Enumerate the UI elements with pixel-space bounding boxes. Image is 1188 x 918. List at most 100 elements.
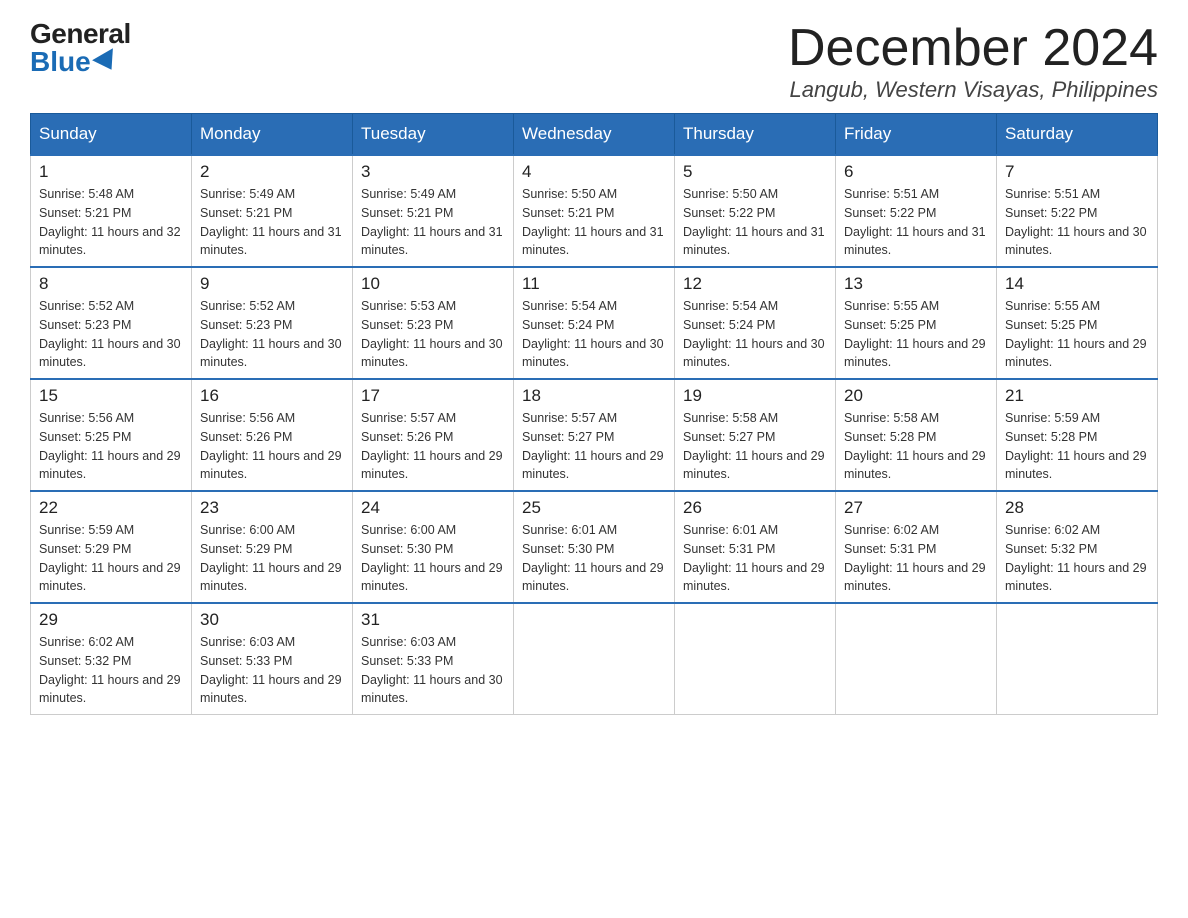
- day-number: 26: [683, 498, 827, 518]
- day-number: 1: [39, 162, 183, 182]
- calendar-cell: 18 Sunrise: 5:57 AMSunset: 5:27 PMDayligh…: [514, 379, 675, 491]
- day-info: Sunrise: 5:50 AMSunset: 5:22 PMDaylight:…: [683, 185, 827, 260]
- calendar-cell: 17 Sunrise: 5:57 AMSunset: 5:26 PMDayligh…: [353, 379, 514, 491]
- day-info: Sunrise: 5:57 AMSunset: 5:27 PMDaylight:…: [522, 409, 666, 484]
- day-info: Sunrise: 6:03 AMSunset: 5:33 PMDaylight:…: [200, 633, 344, 708]
- page-header: General Blue December 2024 Langub, Weste…: [30, 20, 1158, 103]
- day-number: 21: [1005, 386, 1149, 406]
- day-info: Sunrise: 6:00 AMSunset: 5:30 PMDaylight:…: [361, 521, 505, 596]
- day-number: 27: [844, 498, 988, 518]
- calendar-cell: 19Sunrise: 5:58 AMSunset: 5:27 PMDayligh…: [675, 379, 836, 491]
- day-number: 16: [200, 386, 344, 406]
- calendar-cell: [514, 603, 675, 715]
- calendar-cell: 3Sunrise: 5:49 AMSunset: 5:21 PMDaylight…: [353, 155, 514, 267]
- day-number: 13: [844, 274, 988, 294]
- day-number: 11: [522, 274, 666, 294]
- day-info: Sunrise: 6:00 AMSunset: 5:29 PMDaylight:…: [200, 521, 344, 596]
- calendar-cell: 9 Sunrise: 5:52 AMSunset: 5:23 PMDaylight…: [192, 267, 353, 379]
- day-info: Sunrise: 6:02 AMSunset: 5:32 PMDaylight:…: [1005, 521, 1149, 596]
- calendar-week-2: 8 Sunrise: 5:52 AMSunset: 5:23 PMDaylight…: [31, 267, 1158, 379]
- calendar-week-1: 1 Sunrise: 5:48 AMSunset: 5:21 PMDaylight…: [31, 155, 1158, 267]
- calendar-cell: 15Sunrise: 5:56 AMSunset: 5:25 PMDayligh…: [31, 379, 192, 491]
- day-number: 18: [522, 386, 666, 406]
- day-number: 20: [844, 386, 988, 406]
- day-number: 28: [1005, 498, 1149, 518]
- logo-blue-text: Blue: [30, 48, 119, 76]
- calendar-header: SundayMondayTuesdayWednesdayThursdayFrid…: [31, 114, 1158, 156]
- location: Langub, Western Visayas, Philippines: [788, 77, 1158, 103]
- calendar-cell: 11 Sunrise: 5:54 AMSunset: 5:24 PMDayligh…: [514, 267, 675, 379]
- calendar-cell: 23 Sunrise: 6:00 AMSunset: 5:29 PMDayligh…: [192, 491, 353, 603]
- weekday-header-friday: Friday: [836, 114, 997, 156]
- day-info: Sunrise: 5:58 AMSunset: 5:28 PMDaylight:…: [844, 409, 988, 484]
- day-info: Sunrise: 5:51 AMSunset: 5:22 PMDaylight:…: [1005, 185, 1149, 260]
- calendar-cell: 30Sunrise: 6:03 AMSunset: 5:33 PMDayligh…: [192, 603, 353, 715]
- day-number: 12: [683, 274, 827, 294]
- calendar-body: 1 Sunrise: 5:48 AMSunset: 5:21 PMDaylight…: [31, 155, 1158, 715]
- day-info: Sunrise: 5:48 AMSunset: 5:21 PMDaylight:…: [39, 185, 183, 260]
- weekday-header-saturday: Saturday: [997, 114, 1158, 156]
- calendar-cell: 29 Sunrise: 6:02 AMSunset: 5:32 PMDayligh…: [31, 603, 192, 715]
- day-info: Sunrise: 5:53 AMSunset: 5:23 PMDaylight:…: [361, 297, 505, 372]
- day-number: 6: [844, 162, 988, 182]
- calendar-cell: 21 Sunrise: 5:59 AMSunset: 5:28 PMDayligh…: [997, 379, 1158, 491]
- day-info: Sunrise: 5:56 AMSunset: 5:26 PMDaylight:…: [200, 409, 344, 484]
- title-section: December 2024 Langub, Western Visayas, P…: [788, 20, 1158, 103]
- day-number: 2: [200, 162, 344, 182]
- day-number: 31: [361, 610, 505, 630]
- day-info: Sunrise: 5:59 AMSunset: 5:29 PMDaylight:…: [39, 521, 183, 596]
- calendar-cell: 2Sunrise: 5:49 AMSunset: 5:21 PMDaylight…: [192, 155, 353, 267]
- weekday-header-tuesday: Tuesday: [353, 114, 514, 156]
- day-info: Sunrise: 5:50 AMSunset: 5:21 PMDaylight:…: [522, 185, 666, 260]
- day-number: 5: [683, 162, 827, 182]
- calendar-cell: 14 Sunrise: 5:55 AMSunset: 5:25 PMDayligh…: [997, 267, 1158, 379]
- calendar-cell: 27 Sunrise: 6:02 AMSunset: 5:31 PMDayligh…: [836, 491, 997, 603]
- calendar-cell: 8 Sunrise: 5:52 AMSunset: 5:23 PMDaylight…: [31, 267, 192, 379]
- day-number: 4: [522, 162, 666, 182]
- day-info: Sunrise: 5:58 AMSunset: 5:27 PMDaylight:…: [683, 409, 827, 484]
- day-number: 10: [361, 274, 505, 294]
- month-title: December 2024: [788, 20, 1158, 77]
- day-number: 9: [200, 274, 344, 294]
- weekday-header-thursday: Thursday: [675, 114, 836, 156]
- day-info: Sunrise: 6:02 AMSunset: 5:31 PMDaylight:…: [844, 521, 988, 596]
- day-number: 14: [1005, 274, 1149, 294]
- logo-general-text: General: [30, 20, 131, 48]
- calendar-cell: 10 Sunrise: 5:53 AMSunset: 5:23 PMDayligh…: [353, 267, 514, 379]
- day-number: 29: [39, 610, 183, 630]
- day-info: Sunrise: 5:59 AMSunset: 5:28 PMDaylight:…: [1005, 409, 1149, 484]
- logo: General Blue: [30, 20, 131, 76]
- day-info: Sunrise: 5:52 AMSunset: 5:23 PMDaylight:…: [39, 297, 183, 372]
- calendar-week-5: 29 Sunrise: 6:02 AMSunset: 5:32 PMDayligh…: [31, 603, 1158, 715]
- day-info: Sunrise: 5:55 AMSunset: 5:25 PMDaylight:…: [1005, 297, 1149, 372]
- day-info: Sunrise: 5:54 AMSunset: 5:24 PMDaylight:…: [683, 297, 827, 372]
- day-info: Sunrise: 6:02 AMSunset: 5:32 PMDaylight:…: [39, 633, 183, 708]
- calendar-cell: 7 Sunrise: 5:51 AMSunset: 5:22 PMDaylight…: [997, 155, 1158, 267]
- calendar-cell: 26Sunrise: 6:01 AMSunset: 5:31 PMDayligh…: [675, 491, 836, 603]
- calendar-table: SundayMondayTuesdayWednesdayThursdayFrid…: [30, 113, 1158, 715]
- calendar-cell: 4 Sunrise: 5:50 AMSunset: 5:21 PMDaylight…: [514, 155, 675, 267]
- day-info: Sunrise: 6:01 AMSunset: 5:30 PMDaylight:…: [522, 521, 666, 596]
- day-info: Sunrise: 5:54 AMSunset: 5:24 PMDaylight:…: [522, 297, 666, 372]
- weekday-header-wednesday: Wednesday: [514, 114, 675, 156]
- day-number: 15: [39, 386, 183, 406]
- day-number: 17: [361, 386, 505, 406]
- weekday-header-row: SundayMondayTuesdayWednesdayThursdayFrid…: [31, 114, 1158, 156]
- calendar-week-4: 22Sunrise: 5:59 AMSunset: 5:29 PMDayligh…: [31, 491, 1158, 603]
- day-number: 7: [1005, 162, 1149, 182]
- calendar-cell: 25Sunrise: 6:01 AMSunset: 5:30 PMDayligh…: [514, 491, 675, 603]
- day-number: 8: [39, 274, 183, 294]
- calendar-cell: 5 Sunrise: 5:50 AMSunset: 5:22 PMDaylight…: [675, 155, 836, 267]
- day-number: 23: [200, 498, 344, 518]
- calendar-cell: 22Sunrise: 5:59 AMSunset: 5:29 PMDayligh…: [31, 491, 192, 603]
- calendar-cell: 6 Sunrise: 5:51 AMSunset: 5:22 PMDaylight…: [836, 155, 997, 267]
- day-info: Sunrise: 5:57 AMSunset: 5:26 PMDaylight:…: [361, 409, 505, 484]
- calendar-cell: 31 Sunrise: 6:03 AMSunset: 5:33 PMDayligh…: [353, 603, 514, 715]
- day-info: Sunrise: 5:52 AMSunset: 5:23 PMDaylight:…: [200, 297, 344, 372]
- calendar-week-3: 15Sunrise: 5:56 AMSunset: 5:25 PMDayligh…: [31, 379, 1158, 491]
- day-info: Sunrise: 5:49 AMSunset: 5:21 PMDaylight:…: [361, 185, 505, 260]
- day-info: Sunrise: 6:03 AMSunset: 5:33 PMDaylight:…: [361, 633, 505, 708]
- calendar-cell: 16 Sunrise: 5:56 AMSunset: 5:26 PMDayligh…: [192, 379, 353, 491]
- day-info: Sunrise: 5:55 AMSunset: 5:25 PMDaylight:…: [844, 297, 988, 372]
- day-info: Sunrise: 5:51 AMSunset: 5:22 PMDaylight:…: [844, 185, 988, 260]
